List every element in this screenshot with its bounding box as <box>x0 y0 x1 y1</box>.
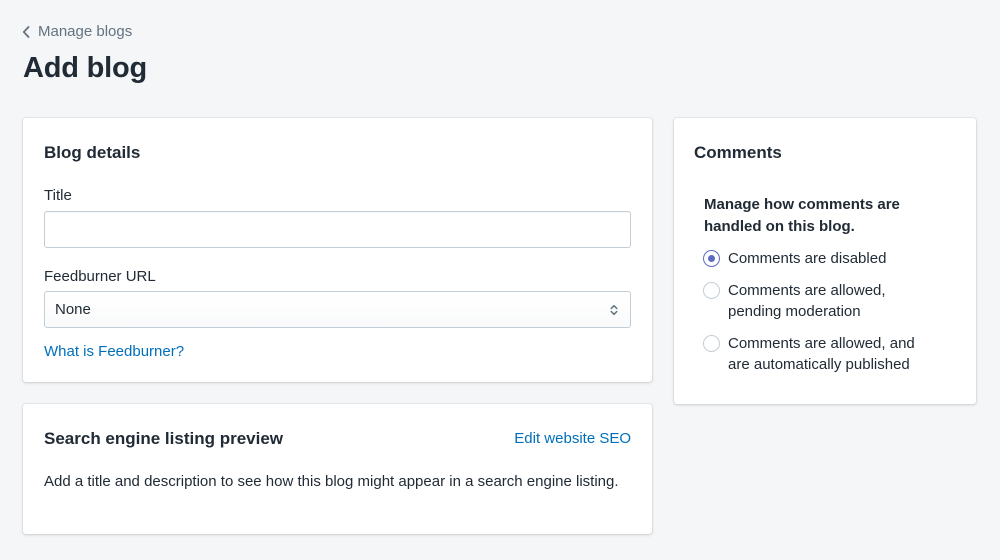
title-label: Title <box>44 187 72 204</box>
radio-button[interactable] <box>703 250 720 267</box>
radio-button[interactable] <box>703 335 720 352</box>
seo-preview-description: Add a title and description to see how t… <box>44 473 619 490</box>
feedburner-label: Feedburner URL <box>44 268 156 285</box>
radio-label: Comments are allowed, pending moderation <box>728 282 886 320</box>
breadcrumb[interactable]: Manage blogs <box>22 23 132 40</box>
title-input[interactable] <box>44 211 631 248</box>
feedburner-select[interactable]: None <box>44 291 631 328</box>
chevron-left-icon <box>22 25 30 38</box>
seo-preview-heading: Search engine listing preview <box>44 429 284 448</box>
comments-option-auto-published[interactable]: Comments are allowed, and are automatica… <box>703 333 938 375</box>
edit-website-seo-link[interactable]: Edit website SEO <box>514 430 631 447</box>
breadcrumb-label[interactable]: Manage blogs <box>38 23 132 40</box>
comments-intro: Manage how comments are handled on this … <box>704 196 900 235</box>
radio-label: Comments are allowed, and are automatica… <box>728 335 915 373</box>
page: Manage blogs Add blog Blog details Title… <box>0 0 1000 560</box>
comments-option-moderated[interactable]: Comments are allowed, pending moderation <box>703 280 938 322</box>
feedburner-selected-value: None <box>55 301 91 318</box>
blog-details-card: Blog details Title Feedburner URL None W… <box>23 118 652 382</box>
blog-details-heading: Blog details <box>44 143 141 162</box>
feedburner-help-link[interactable]: What is Feedburner? <box>44 343 184 360</box>
comments-option-disabled[interactable]: Comments are disabled <box>703 248 938 269</box>
radio-button[interactable] <box>703 282 720 299</box>
radio-label: Comments are disabled <box>728 250 887 267</box>
comments-card: Comments Manage how comments are handled… <box>674 118 976 404</box>
comments-heading: Comments <box>694 143 782 162</box>
page-title: Add blog <box>23 52 148 84</box>
seo-preview-card: Search engine listing preview Edit websi… <box>23 404 652 534</box>
select-arrows-icon <box>610 303 618 320</box>
